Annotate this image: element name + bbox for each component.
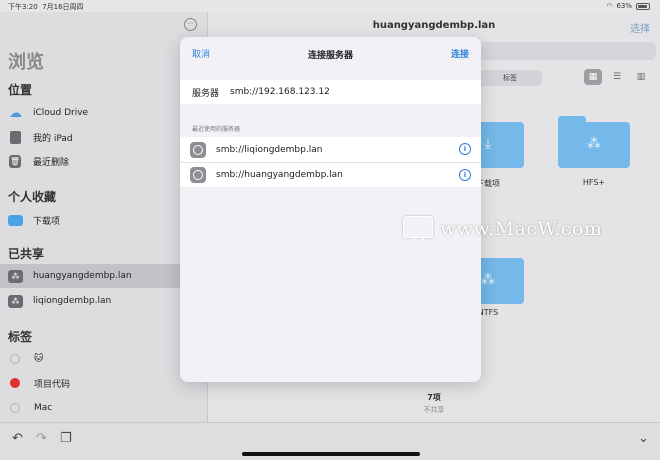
sidebar-item-tag-mac[interactable]: Mac bbox=[0, 396, 180, 420]
info-icon[interactable]: i bbox=[459, 169, 471, 181]
status-right: ◠ 63% bbox=[606, 2, 650, 10]
dialog-title: 连接服务器 bbox=[307, 50, 353, 61]
watermark-logo-icon bbox=[403, 216, 433, 242]
sidebar-item-label: 我的 iPad bbox=[33, 133, 73, 144]
sidebar: ··· 浏览 位置 ☁ iCloud Drive 我的 iPad 🗑 最近删除 … bbox=[0, 12, 208, 422]
watermark: www.MacW.com bbox=[440, 218, 603, 240]
sidebar-item-icloud-drive[interactable]: ☁ iCloud Drive bbox=[0, 101, 180, 125]
recent-server-item[interactable]: smb://huangyangdembp.lan i bbox=[180, 162, 481, 187]
server-icon: ⁂ bbox=[8, 269, 23, 283]
recent-server-address: smb://huangyangdembp.lan bbox=[216, 170, 343, 180]
shared-folder-icon: ⁂ bbox=[587, 136, 601, 152]
home-indicator[interactable] bbox=[242, 452, 420, 456]
folder-icon bbox=[8, 214, 23, 226]
folder-label: HFS+ bbox=[582, 178, 606, 187]
server-address-input[interactable] bbox=[230, 87, 460, 97]
battery-icon bbox=[636, 2, 650, 10]
item-count-sub: 不共享 bbox=[423, 406, 445, 414]
sort-tags-button[interactable]: 标签 bbox=[478, 70, 542, 86]
sidebar-item-recently-deleted[interactable]: 🗑 最近删除 bbox=[0, 149, 180, 173]
connect-button[interactable]: 连接 bbox=[451, 47, 469, 60]
search-field[interactable] bbox=[478, 42, 656, 60]
sidebar-item-label: 最近删除 bbox=[33, 157, 70, 168]
server-icon: ⁂ bbox=[8, 294, 23, 308]
sidebar-item-label: Mac bbox=[34, 403, 53, 413]
ipad-icon bbox=[10, 130, 21, 144]
more-options-icon[interactable]: ··· bbox=[184, 18, 197, 31]
sidebar-item-label: huangyangdembp.lan bbox=[33, 271, 132, 281]
recent-servers-list: smb://liqiongdembp.lan i smb://huangyang… bbox=[180, 137, 481, 187]
sidebar-item-huangyangdembp[interactable]: ⁂ huangyangdembp.lan bbox=[0, 264, 180, 288]
sidebar-item-label: 🐱 bbox=[34, 354, 44, 364]
trash-icon: 🗑 bbox=[9, 154, 21, 168]
browse-title: 浏览 bbox=[8, 52, 44, 73]
section-shared[interactable]: 已共享 bbox=[8, 245, 44, 262]
server-label: 服务器 bbox=[192, 88, 220, 99]
section-locations[interactable]: 位置 bbox=[8, 81, 32, 98]
server-field-row: 服务器 bbox=[180, 80, 481, 104]
section-tags[interactable]: 标签 bbox=[8, 328, 32, 345]
cancel-button[interactable]: 取消 bbox=[192, 47, 210, 60]
grid-view-icon[interactable]: ▦ bbox=[584, 69, 602, 85]
tag-dot-icon bbox=[10, 378, 20, 388]
server-icon bbox=[190, 167, 206, 183]
view-switcher: ▦ ☰ ▥ bbox=[584, 69, 650, 85]
sidebar-item-tag-project-code[interactable]: 项目代码 bbox=[0, 371, 180, 395]
recent-servers-label: 最近使用的服务器 bbox=[192, 126, 241, 133]
battery-percent: 63% bbox=[616, 2, 632, 10]
tag-dot-icon bbox=[10, 354, 20, 364]
page-title: huangyangdembp.lan bbox=[372, 20, 496, 31]
server-icon bbox=[190, 141, 206, 158]
redo-icon[interactable]: ↷ bbox=[36, 431, 47, 446]
cloud-icon: ☁ bbox=[9, 105, 22, 121]
sidebar-item-tag-cat[interactable]: 🐱 bbox=[0, 347, 180, 371]
sidebar-item-label: 下载项 bbox=[33, 216, 61, 227]
select-button[interactable]: 选择 bbox=[630, 20, 650, 35]
dialog-header: 取消 连接服务器 连接 bbox=[180, 37, 481, 71]
column-view-icon[interactable]: ▥ bbox=[632, 69, 650, 85]
sidebar-item-label: 项目代码 bbox=[34, 379, 71, 390]
wifi-icon: ◠ bbox=[606, 2, 613, 10]
sidebar-item-downloads[interactable]: 下载项 bbox=[0, 208, 180, 232]
item-count: 7项 bbox=[427, 393, 441, 402]
chevron-down-icon[interactable]: ⌄ bbox=[638, 431, 649, 446]
undo-icon[interactable]: ↶ bbox=[12, 431, 23, 446]
folder-hfs[interactable]: ⁂ bbox=[558, 116, 630, 168]
copy-icon[interactable]: ❐ bbox=[60, 431, 72, 446]
info-icon[interactable]: i bbox=[459, 143, 471, 155]
status-time: 下午3:20 7月16日周四 bbox=[8, 3, 84, 11]
section-favorites[interactable]: 个人收藏 bbox=[8, 188, 56, 205]
recent-server-address: smb://liqiongdembp.lan bbox=[216, 144, 323, 155]
connect-server-dialog: 取消 连接服务器 连接 服务器 最近使用的服务器 smb://liqiongde… bbox=[180, 37, 481, 382]
sidebar-item-label: liqiongdembp.lan bbox=[33, 296, 112, 306]
tag-dot-icon bbox=[10, 403, 20, 413]
list-view-icon[interactable]: ☰ bbox=[608, 69, 626, 85]
status-bar: 下午3:20 7月16日周四 ◠ 63% bbox=[0, 0, 660, 12]
recent-server-item[interactable]: smb://liqiongdembp.lan i bbox=[180, 137, 481, 162]
sidebar-item-label: iCloud Drive bbox=[33, 108, 89, 118]
sidebar-item-my-ipad[interactable]: 我的 iPad bbox=[0, 125, 180, 149]
sidebar-item-liqiongdembp[interactable]: ⁂ liqiongdembp.lan bbox=[0, 289, 180, 313]
